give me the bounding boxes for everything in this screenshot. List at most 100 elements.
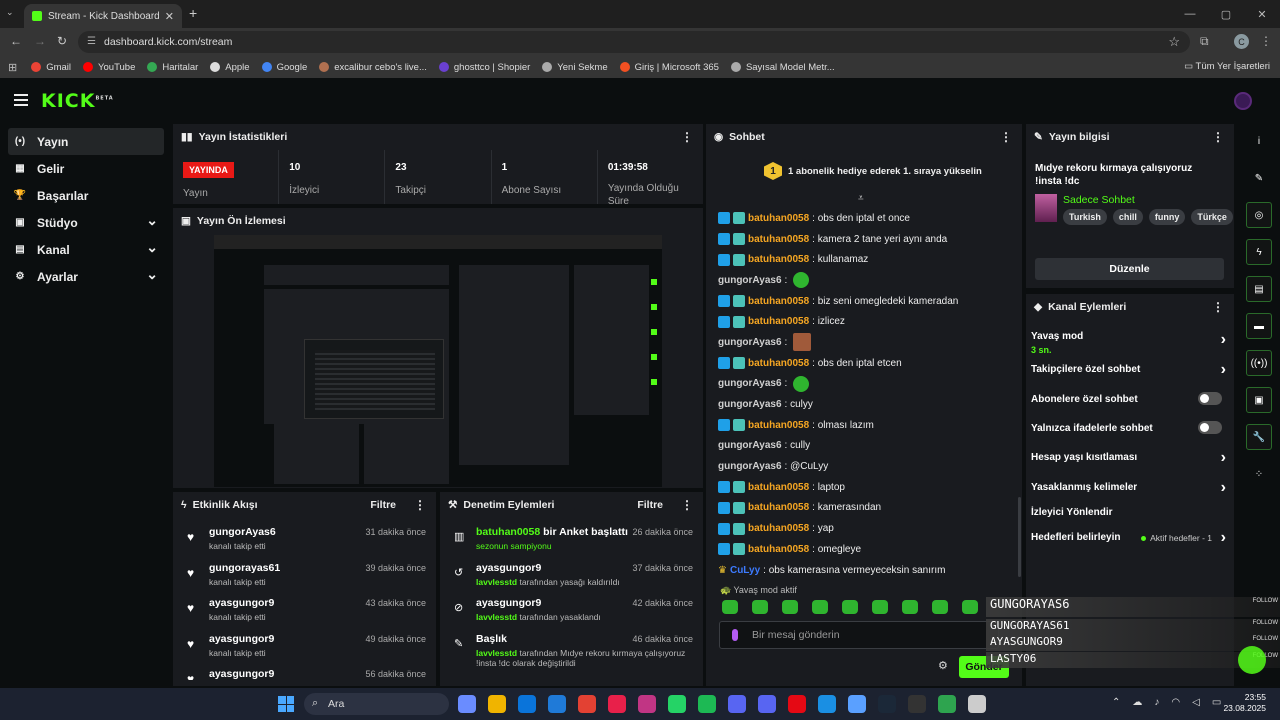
taskbar-app-icon[interactable] [908,695,926,713]
hamburger-menu-icon[interactable] [14,94,28,109]
stream-info-more-icon[interactable]: ⋮ [1212,130,1224,144]
clipboard-icon[interactable]: ▤ [1246,276,1272,302]
battery-icon[interactable]: ▭ [1212,697,1221,708]
moderation-user[interactable]: Başlık [476,633,507,645]
stream-tag[interactable]: Türkçe [1191,209,1233,225]
edit-stream-info-button[interactable]: Düzenle [1035,258,1224,280]
new-tab-icon[interactable]: + [189,5,197,21]
chevron-down-icon[interactable]: ⌄ [146,212,158,229]
chat-settings-gear-icon[interactable]: ⚙ [938,659,948,672]
sidebar-item-ayarlar[interactable]: ⚙ Ayarlar ⌄ [8,263,164,290]
minimize-icon[interactable]: — [1172,0,1208,28]
tab-search-icon[interactable]: ⌄ [6,7,14,18]
channel-action-7[interactable]: Hedefleri belirleyin › Aktif hedefler - 1 [1031,529,1226,546]
stream-category[interactable]: Sadece Sohbet [1063,194,1135,206]
url-bar[interactable]: ☰ dashboard.kick.com/stream ☆ [78,31,1190,53]
dots-icon[interactable]: ⁘ [1246,461,1272,487]
back-icon[interactable]: ← [10,34,22,48]
info-icon[interactable]: i [1246,128,1272,154]
bookmark-item[interactable]: Sayısal Model Metr... [730,62,835,73]
chat-username[interactable]: batuhan0058 [748,502,809,513]
chevron-right-icon[interactable]: › [1221,331,1226,349]
wifi-icon[interactable]: ◠ [1171,697,1180,708]
pencil-icon[interactable]: ✎ [1246,165,1272,191]
channel-action-4[interactable]: Hesap yaşı kısıtlaması › [1031,449,1226,466]
channel-action-5[interactable]: Yasaklanmış kelimeler › [1031,479,1226,496]
mic-tray-icon[interactable]: ♪ [1154,697,1159,708]
taskbar-clock[interactable]: 23:55 23.08.2025 [1223,692,1266,715]
emote-button[interactable] [752,600,768,614]
bookmark-star-icon[interactable]: ☆ [1168,34,1180,50]
all-bookmarks-link[interactable]: ▭ Tüm Yer İşaretleri [1184,61,1270,72]
channel-action-6[interactable]: İzleyici Yönlendir [1031,507,1226,518]
site-info-icon[interactable]: ☰ [87,36,96,47]
channel-action-1[interactable]: Takipçilere özel sohbet › [1031,361,1226,378]
chat-username[interactable]: gungorAyas6 [718,337,782,348]
chat-username[interactable]: batuhan0058 [748,213,809,224]
chat-username[interactable]: batuhan0058 [748,544,809,555]
taskbar-app-icon[interactable] [728,695,746,713]
emote-button[interactable] [962,600,978,614]
chat-username[interactable]: gungorAyas6 [718,461,782,472]
stream-tag[interactable]: Turkish [1063,209,1107,225]
moderation-moderator[interactable]: lavvlesstd [476,648,517,658]
channel-action-3[interactable]: Yalnızca ifadelerle sohbet [1031,421,1226,434]
chat-username[interactable]: batuhan0058 [748,316,809,327]
chat-more-icon[interactable]: ⋮ [1000,130,1012,144]
taskbar-app-icon[interactable] [968,695,986,713]
moderation-moderator[interactable]: lavvlesstd [476,577,517,587]
bookmark-item[interactable]: Yeni Sekme [542,62,608,73]
chevron-right-icon[interactable]: › [1221,479,1226,497]
stream-preview-video[interactable] [214,235,662,487]
sidebar-item-başarılar[interactable]: 🏆 Başarılar [8,182,164,209]
taskbar-search[interactable]: ⌕ Ara [304,693,449,715]
chevron-right-icon[interactable]: › [1221,361,1226,379]
bookmark-item[interactable]: Gmail [31,62,71,73]
channel-actions-more-icon[interactable]: ⋮ [1212,300,1224,314]
chat-scrollbar[interactable] [1018,497,1021,577]
browser-menu-icon[interactable]: ⋮ [1260,34,1272,48]
bookmark-item[interactable]: Giriş | Microsoft 365 [619,62,719,73]
sidebar-item-yayın[interactable]: (•) Yayın [8,128,164,155]
bolt-icon[interactable]: ϟ [1246,239,1272,265]
emote-button[interactable] [812,600,828,614]
emote-button[interactable] [902,600,918,614]
bookmark-item[interactable]: Google [261,62,307,73]
apps-grid-icon[interactable]: ⊞ [8,61,17,74]
mic-icon[interactable] [732,629,738,641]
chevron-down-icon[interactable]: ⌄ [146,266,158,283]
moderation-filter-button[interactable]: Filtre [637,499,663,511]
taskbar-app-icon[interactable] [488,695,506,713]
taskbar-app-icon[interactable] [638,695,656,713]
toggle-switch[interactable] [1198,392,1222,405]
toggle-switch[interactable] [1198,421,1222,434]
chat-username[interactable]: batuhan0058 [748,482,809,493]
chat-username[interactable]: batuhan0058 [748,254,809,265]
channel-action-0[interactable]: Yavaş mod 3 sn. › [1031,331,1226,355]
stream-tag[interactable]: chill [1112,209,1143,225]
moderation-user[interactable]: ayasgungor9 [476,597,541,609]
maximize-icon[interactable]: ▢ [1208,0,1244,28]
taskbar-app-icon[interactable] [578,695,596,713]
broadcast-icon[interactable]: ((•)) [1246,350,1272,376]
chat-username[interactable]: batuhan0058 [748,523,809,534]
profile-avatar[interactable]: C [1234,34,1249,49]
bookmark-item[interactable]: ghosttco | Shopier [438,62,530,73]
chevron-down-icon[interactable]: ⌄ [146,239,158,256]
scroll-down-icon[interactable]: ⩡ [858,193,864,204]
target-icon[interactable]: ◎ [1246,202,1272,228]
bookmark-item[interactable]: Haritalar [147,62,198,73]
chat-username[interactable]: gungorAyas6 [718,399,782,410]
emote-button[interactable] [932,600,948,614]
taskbar-app-icon[interactable] [458,695,476,713]
cloud-icon[interactable]: ☁ [1132,697,1142,708]
activity-more-icon[interactable]: ⋮ [414,498,426,512]
chat-username[interactable]: gungorAyas6 [718,378,782,389]
chat-username[interactable]: CuLyy [730,565,760,576]
start-button-icon[interactable] [278,696,294,712]
extensions-icon[interactable]: ⧉ [1200,34,1209,49]
taskbar-app-icon[interactable] [548,695,566,713]
user-avatar[interactable] [1234,92,1252,110]
chat-input[interactable]: Bir mesaj gönderin [719,621,999,649]
bookmark-item[interactable]: excalibur cebo's live... [319,62,427,73]
